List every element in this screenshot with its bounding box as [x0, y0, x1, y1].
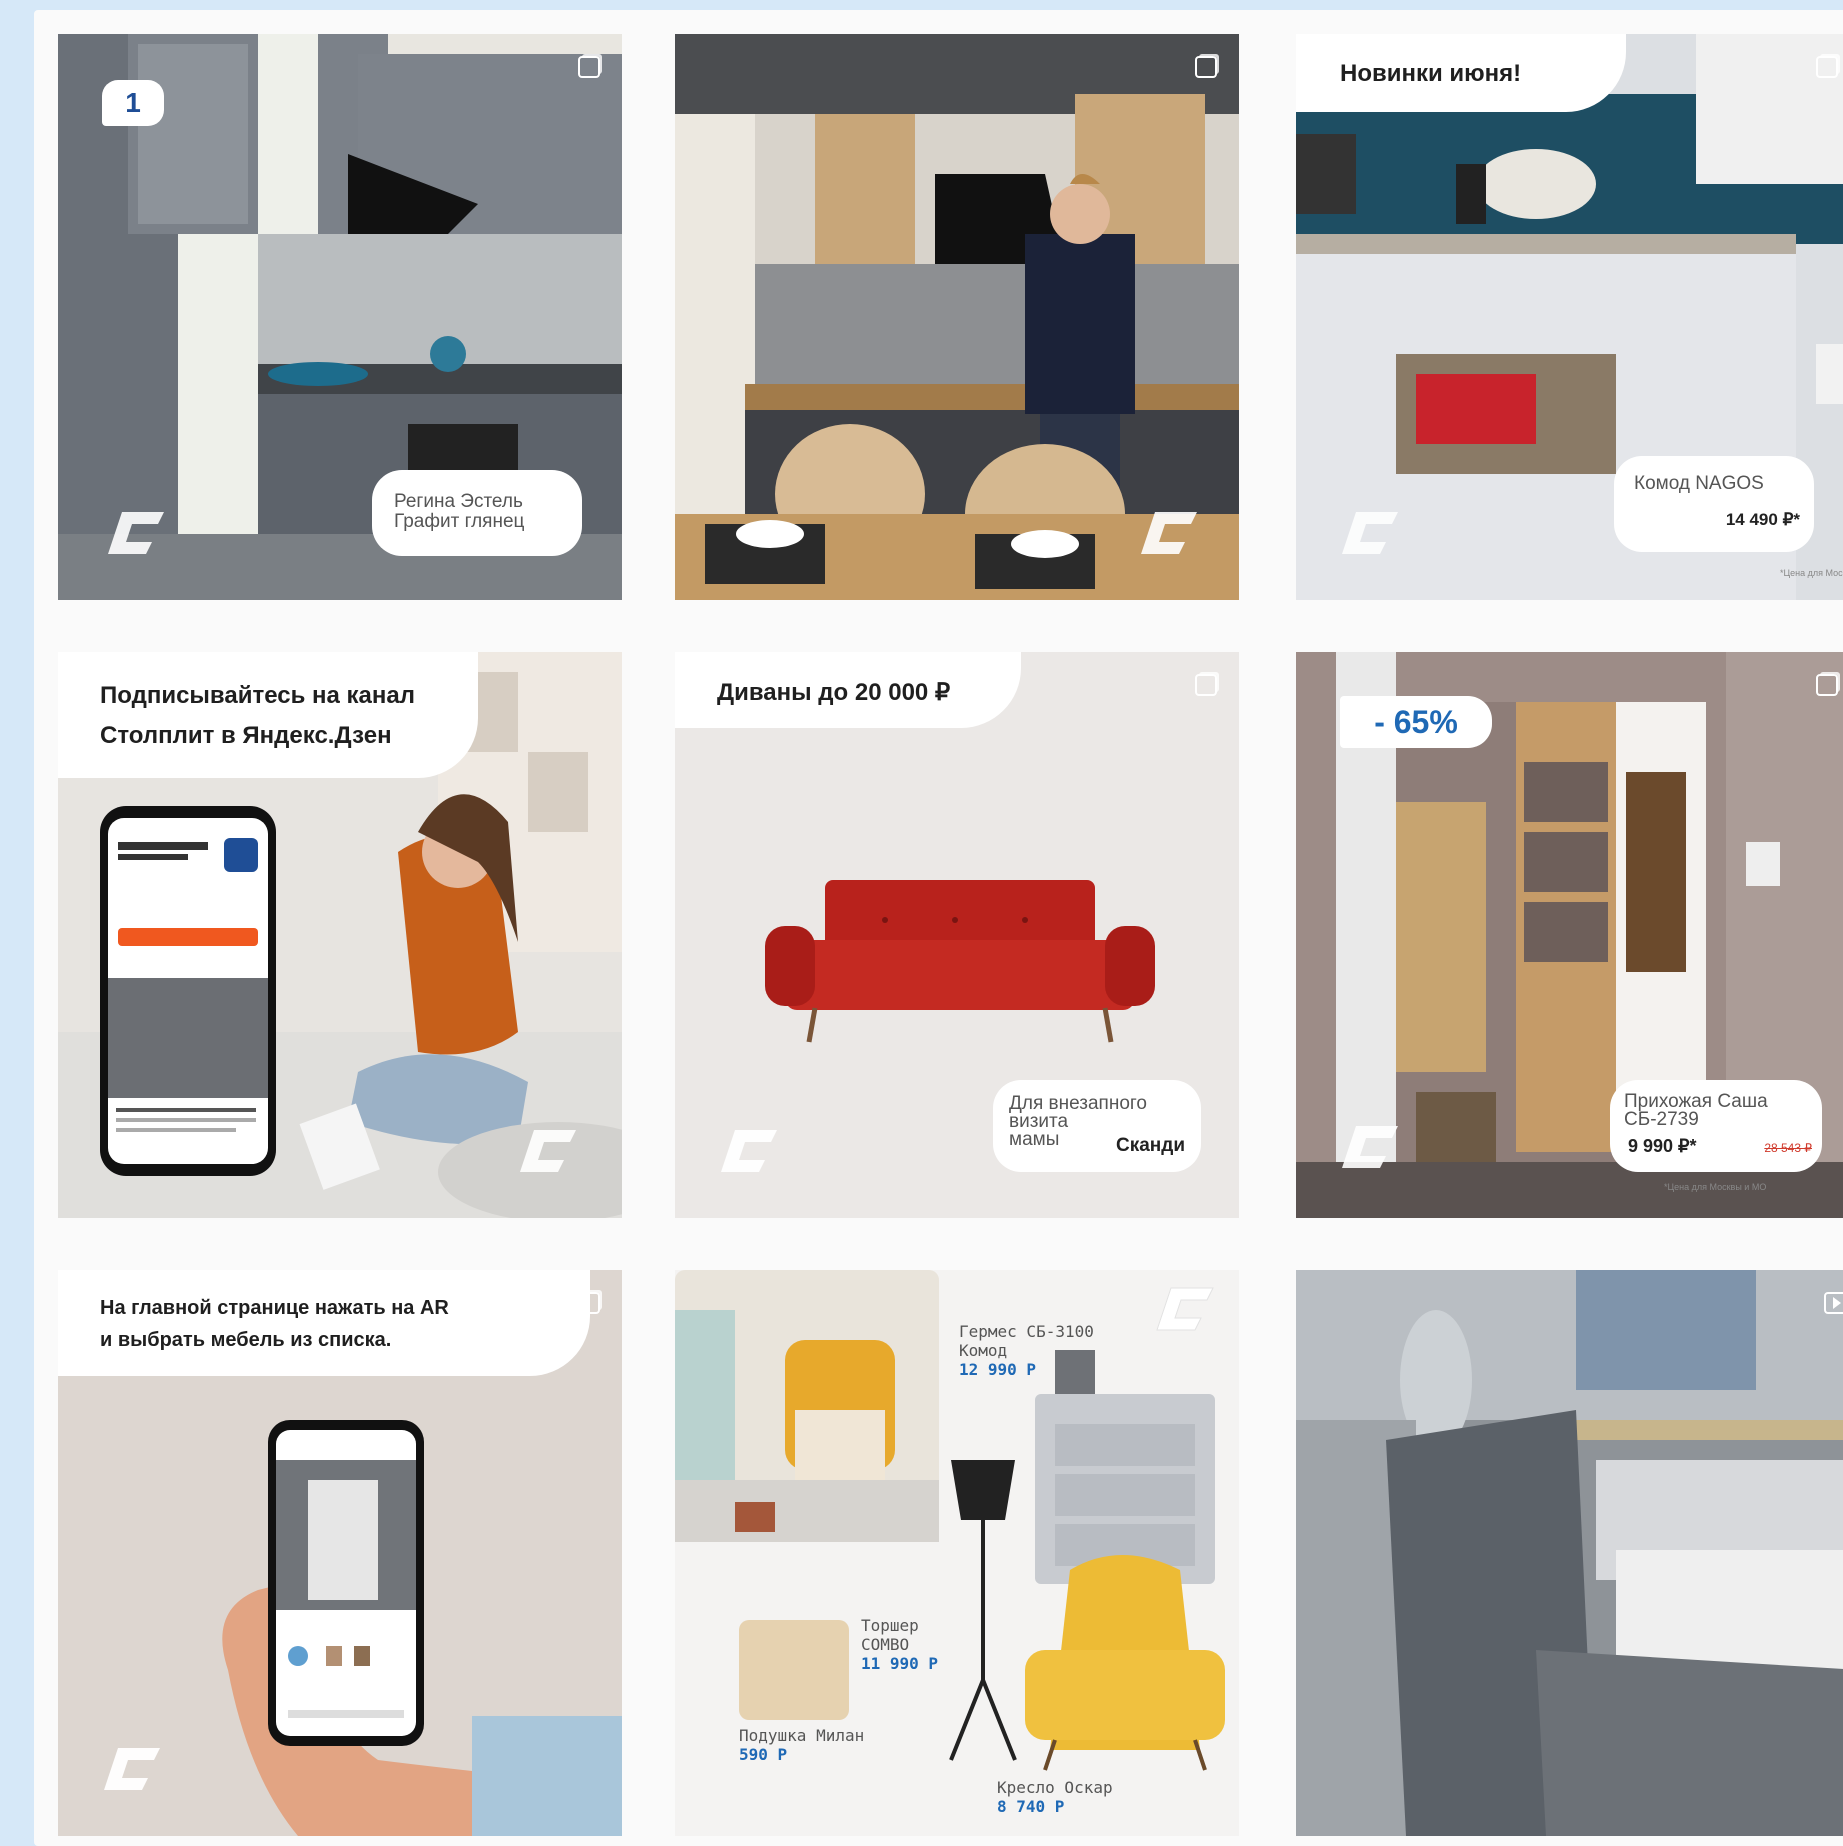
item-1-line2: Комод — [959, 1341, 1008, 1360]
headline-bubble: На главной странице нажать на AR и выбра… — [58, 1270, 590, 1376]
multi-photo-icon — [1816, 674, 1838, 696]
product-label: Регина Эстель Графит глянец — [372, 470, 582, 556]
headline-line1: Подписывайтесь на канал — [100, 682, 415, 709]
catalog-item-2: Торшер СОМВО 11 990 Р — [861, 1616, 938, 1673]
post-tile-2[interactable] — [675, 34, 1239, 600]
hand-holding-phone-image — [222, 1420, 622, 1836]
post-tile-5[interactable]: Диваны до 20 000 ₽ Для внезапного визита… — [675, 652, 1239, 1218]
headline-bubble: Подписывайтесь на канал Столплит в Яндек… — [58, 652, 478, 778]
smartphone-mockup — [100, 806, 276, 1176]
price-footnote: *Цена для Москвы и МО — [1664, 1182, 1767, 1192]
stolplit-logo-icon — [721, 1130, 777, 1172]
old-price: 28 543 ₽ — [1764, 1141, 1812, 1155]
discount-badge: - 65% — [1340, 696, 1492, 748]
headline-bubble: Диваны до 20 000 ₽ — [675, 652, 1021, 728]
drawer-closeup-photo — [1296, 1270, 1843, 1836]
headline-text: Диваны до 20 000 ₽ — [717, 679, 951, 706]
red-sofa-image — [765, 880, 1155, 1043]
item-1-line1: Гермес СБ-3100 — [959, 1322, 1094, 1341]
price-footnote: *Цена для Москвы — [1780, 568, 1843, 578]
product-name-line2: СБ-2739 — [1624, 1109, 1699, 1130]
product-price: 14 490 ₽* — [1725, 510, 1800, 529]
headline-line2: Столплит в Яндекс.Дзен — [100, 722, 392, 749]
stolplit-logo-icon — [104, 1748, 160, 1790]
item-4-price: 8 740 Р — [997, 1797, 1065, 1816]
product-name-line2: Графит глянец — [394, 511, 525, 532]
multi-photo-icon — [578, 56, 600, 78]
stolplit-logo-icon — [108, 512, 164, 554]
product-name-line1: Регина Эстель — [394, 491, 523, 512]
multi-photo-icon — [1195, 56, 1217, 78]
multi-photo-icon — [578, 1292, 600, 1314]
post-tile-8[interactable]: Гермес СБ-3100 Комод 12 990 Р Торшер СОМ… — [675, 1270, 1239, 1836]
item-3-price: 590 Р — [739, 1745, 788, 1764]
caption-line3: мамы — [1009, 1129, 1060, 1150]
product-name: Комод NAGOS — [1634, 473, 1764, 494]
video-icon — [1824, 1292, 1843, 1314]
catalog-item-1: Гермес СБ-3100 Комод 12 990 Р — [959, 1322, 1094, 1379]
subscribe-button — [118, 928, 258, 946]
item-1-price: 12 990 Р — [959, 1360, 1037, 1379]
stolplit-logo-icon — [1342, 512, 1398, 554]
item-2-price: 11 990 Р — [861, 1654, 939, 1673]
headline-bubble: Новинки июня! — [1296, 34, 1626, 112]
caption-label: Для внезапного визита мамы Сканди — [993, 1080, 1201, 1172]
style-name: Сканди — [1115, 1135, 1185, 1156]
item-3-line1: Подушка Милан — [739, 1726, 865, 1745]
stolplit-logo-icon — [1156, 1287, 1214, 1331]
stolplit-logo-icon — [1141, 512, 1197, 554]
headline-text: Новинки июня! — [1340, 60, 1522, 87]
item-2-line1: Торшер — [861, 1616, 919, 1635]
post-tile-9[interactable] — [1296, 1270, 1843, 1836]
product-price: 9 990 ₽* — [1628, 1136, 1697, 1156]
post-tile-6[interactable]: - 65% Прихожая Саша СБ-2739 9 990 ₽* 28 … — [1296, 652, 1843, 1218]
price-label: Прихожая Саша СБ-2739 9 990 ₽* 28 543 ₽ — [1610, 1080, 1822, 1172]
post-tile-7[interactable]: На главной странице нажать на AR и выбра… — [58, 1270, 622, 1836]
multi-photo-icon — [1195, 674, 1217, 696]
headline-line2: и выбрать мебель из списка. — [100, 1329, 392, 1351]
multi-photo-icon — [1816, 56, 1838, 78]
stolplit-logo-icon — [1342, 1126, 1398, 1168]
post-number-badge: 1 — [102, 80, 164, 126]
phone-screen — [108, 818, 268, 1164]
post-tile-3[interactable]: Новинки июня! Комод NAGOS 14 490 ₽* *Цен… — [1296, 34, 1843, 600]
price-label: Комод NAGOS 14 490 ₽* — [1614, 456, 1814, 552]
item-2-line2: СОМВО — [861, 1635, 910, 1654]
post-tile-1[interactable]: 1 Регина Эстель Графит глянец — [58, 34, 622, 600]
catalog-item-3: Подушка Милан 590 Р — [739, 1726, 864, 1764]
post-tile-4[interactable]: Подписывайтесь на канал Столплит в Яндек… — [58, 652, 622, 1218]
catalog-item-4: Кресло Оскар 8 740 Р — [997, 1778, 1113, 1816]
headline-line1: На главной странице нажать на AR — [100, 1297, 449, 1319]
item-4-line1: Кресло Оскар — [997, 1778, 1113, 1797]
stolplit-logo-icon — [520, 1130, 576, 1172]
